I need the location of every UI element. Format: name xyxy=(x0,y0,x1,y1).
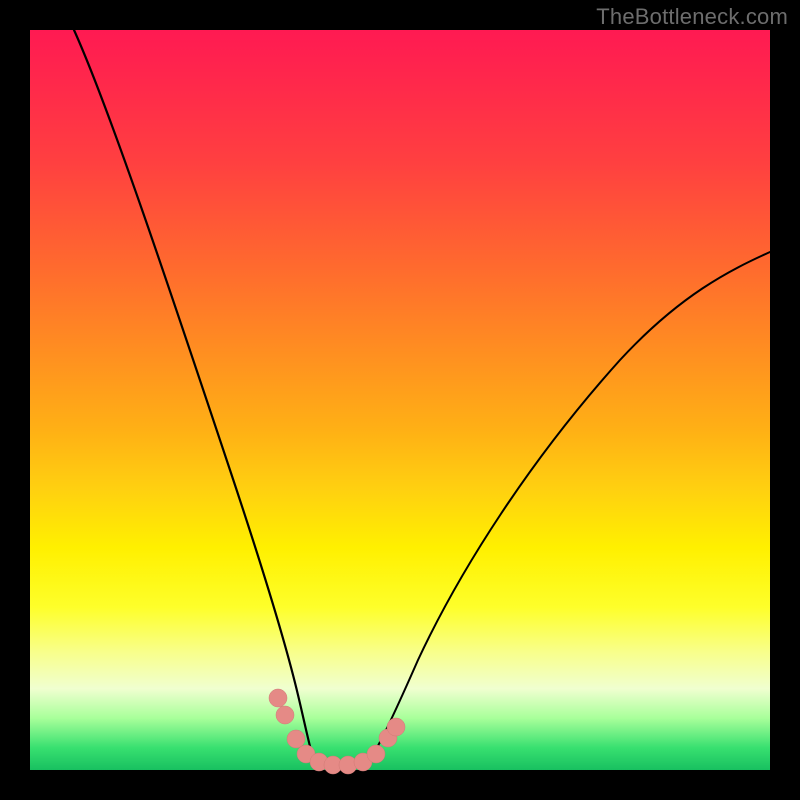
curve-right-branch xyxy=(371,252,770,758)
chart-lines xyxy=(30,30,770,770)
curve-left-branch xyxy=(74,30,313,758)
marker-dot xyxy=(269,689,287,707)
marker-dot xyxy=(387,718,405,736)
marker-dot xyxy=(287,730,305,748)
marker-dot xyxy=(367,745,385,763)
chart-frame: TheBottleneck.com xyxy=(0,0,800,800)
watermark-text: TheBottleneck.com xyxy=(596,4,788,30)
marker-dot xyxy=(276,706,294,724)
marker-group xyxy=(269,689,405,774)
